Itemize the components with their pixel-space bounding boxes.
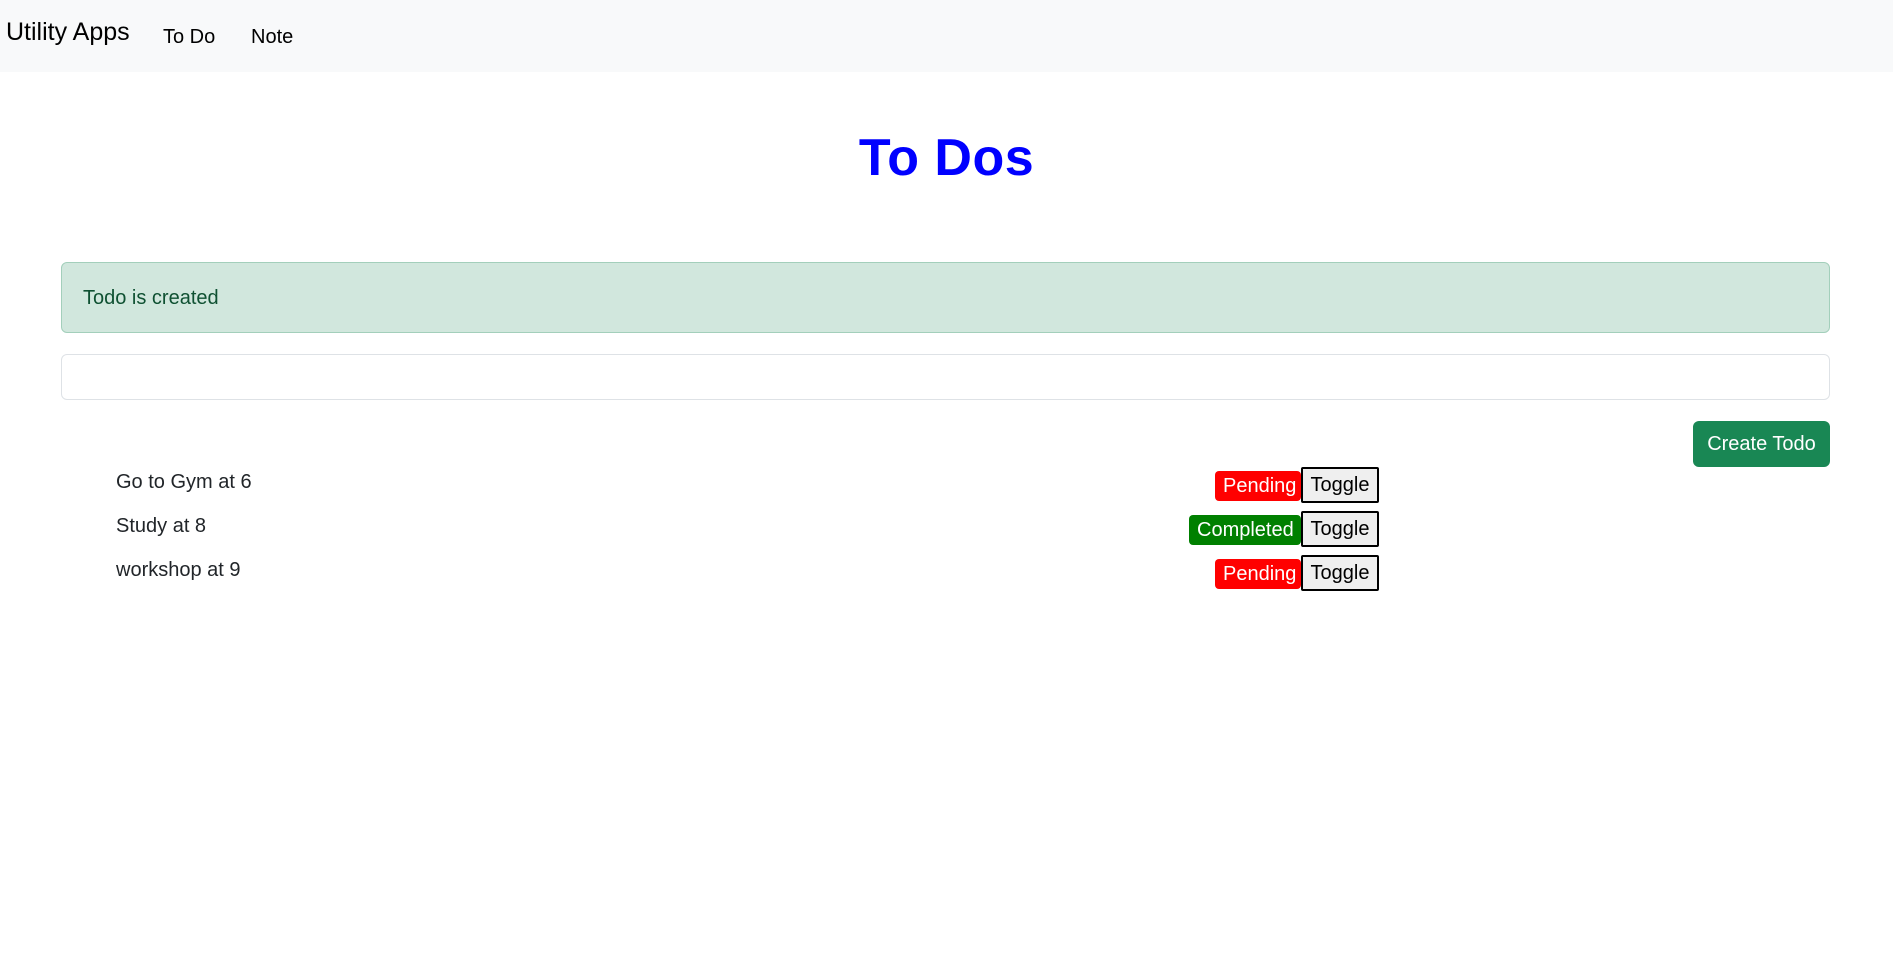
create-todo-button[interactable]: Create Todo	[1693, 421, 1830, 467]
status-badge: Pending	[1215, 471, 1301, 501]
page-title: To Dos	[858, 129, 1035, 187]
todo-text: workshop at 9	[116, 559, 241, 581]
todo-item: Study at 8 Completed Toggle	[0, 511, 1893, 547]
success-alert: Todo is created	[61, 262, 1830, 333]
toggle-button[interactable]: Toggle	[1301, 467, 1379, 503]
toggle-button[interactable]: Toggle	[1301, 555, 1379, 591]
todo-text: Go to Gym at 6	[116, 471, 252, 493]
nav-link-todo[interactable]: To Do	[163, 26, 215, 49]
nav-link-note[interactable]: Note	[251, 26, 293, 49]
navbar-brand[interactable]: Utility Apps	[6, 18, 130, 47]
todo-input[interactable]	[61, 354, 1830, 400]
todo-item: Go to Gym at 6 Pending Toggle	[0, 467, 1893, 503]
navbar: Utility Apps To Do Note	[0, 0, 1893, 72]
todo-item: workshop at 9 Pending Toggle	[0, 555, 1893, 591]
status-badge: Completed	[1189, 515, 1301, 545]
status-badge: Pending	[1215, 559, 1301, 589]
todo-text: Study at 8	[116, 515, 207, 537]
alert-message: Todo is created	[83, 287, 219, 309]
toggle-button[interactable]: Toggle	[1301, 511, 1379, 547]
